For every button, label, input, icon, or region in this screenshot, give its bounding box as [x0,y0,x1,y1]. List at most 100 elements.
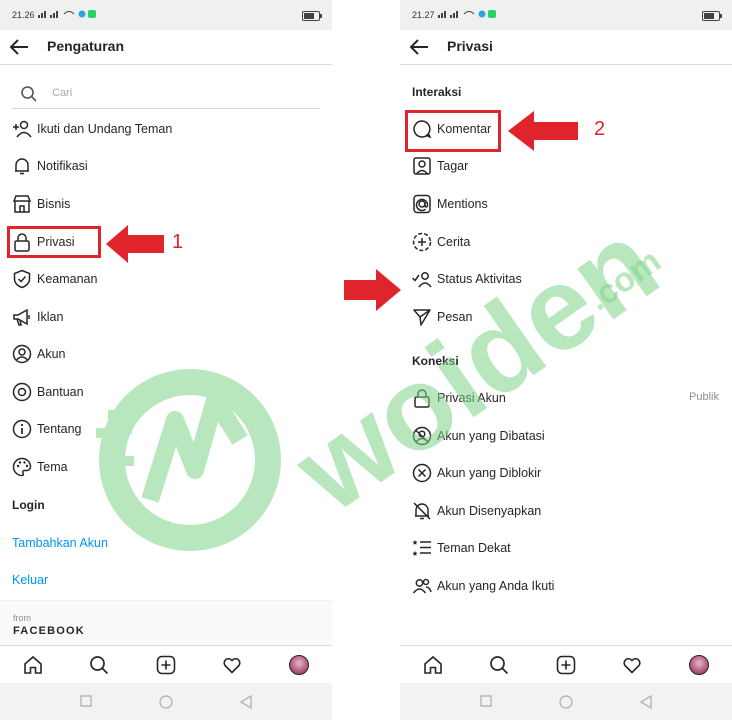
shop-icon [12,194,32,214]
settings-item-help[interactable]: Bantuan [0,375,332,409]
privacy-item-blocked[interactable]: Akun yang Diblokir [400,456,732,490]
add-person-icon [12,119,32,139]
settings-item-about[interactable]: Tentang [0,412,332,446]
search-icon[interactable] [89,655,109,675]
bottom-tab-bar [0,645,332,684]
battery-icon [702,11,722,21]
new-post-icon[interactable] [156,655,176,675]
settings-item-follow-invite[interactable]: Ikuti dan Undang Teman [0,112,332,146]
home-nav-icon[interactable] [159,695,173,709]
privacy-item-label: Akun yang Dibatasi [437,429,545,443]
privacy-item-label: Tagar [437,159,469,173]
privacy-item-label: Akun yang Diblokir [437,466,542,480]
battery-icon [302,11,322,21]
annotation-arrow-right-comments [508,111,578,151]
tag-person-icon [412,156,432,176]
back-nav-icon[interactable] [640,695,652,709]
settings-screen: 21.26 Pengaturan Cari Ikuti dan Undang T… [0,0,332,720]
status-bar: 21.26 [0,0,332,30]
privacy-item-following[interactable]: Akun yang Anda Ikuti [400,569,732,603]
privacy-item-close-friends[interactable]: Teman Dekat [400,531,732,565]
back-arrow-icon[interactable] [8,36,30,58]
logout-link[interactable]: Keluar [12,573,48,587]
bell-icon [12,156,32,176]
settings-item-label: Keamanan [37,272,98,286]
heart-icon[interactable] [622,655,642,675]
restricted-icon [412,426,432,446]
muted-bell-icon [412,501,432,521]
privacy-item-tags[interactable]: Tagar [400,149,732,183]
search-icon [21,86,37,102]
search-placeholder: Cari [52,87,73,99]
story-add-icon [412,232,432,252]
privacy-screen: 21.27 Privasi Interaksi Komentar Tagar M… [400,0,732,720]
privacy-item-label: Akun yang Anda Ikuti [437,579,555,593]
privacy-item-mentions[interactable]: Mentions [400,187,732,221]
profile-avatar[interactable] [689,655,709,675]
page-title: Pengaturan [47,38,125,54]
privacy-item-label: Cerita [437,235,471,249]
settings-item-label: Ikuti dan Undang Teman [37,122,173,136]
bottom-tab-bar [400,645,732,684]
status-time: 21.27 [412,10,435,20]
privacy-item-story[interactable]: Cerita [400,225,732,259]
settings-item-label: Iklan [37,310,64,324]
status-icons [438,9,498,19]
home-nav-icon[interactable] [559,695,573,709]
settings-item-label: Tema [37,460,68,474]
profile-avatar[interactable] [289,655,309,675]
send-icon [412,307,432,327]
settings-item-label: Bantuan [37,385,84,399]
back-nav-icon[interactable] [240,695,252,709]
settings-item-security[interactable]: Keamanan [0,262,332,296]
status-bar: 21.27 [400,0,732,30]
settings-item-account[interactable]: Akun [0,337,332,371]
settings-item-label: Notifikasi [37,159,88,173]
search-input[interactable]: Cari [12,80,320,109]
footer-from: from [13,613,31,623]
recents-nav-icon[interactable] [80,695,92,707]
system-nav-bar [400,683,732,720]
activity-status-icon [412,269,432,289]
annotation-number-1: 1 [172,231,184,253]
settings-item-theme[interactable]: Tema [0,450,332,484]
heart-icon[interactable] [222,655,242,675]
settings-item-label: Tentang [37,422,82,436]
home-icon[interactable] [423,655,443,675]
privacy-item-label: Akun Disenyapkan [437,504,542,518]
palette-icon [12,457,32,477]
page-title: Privasi [447,38,493,54]
system-nav-bar [0,683,332,720]
new-post-icon[interactable] [556,655,576,675]
app-bar: Pengaturan [0,30,332,65]
back-arrow-icon[interactable] [408,36,430,58]
info-icon [12,419,32,439]
app-bar: Privasi [400,30,732,65]
settings-item-label: Akun [37,347,66,361]
annotation-arrow-left [106,225,164,263]
settings-item-ads[interactable]: Iklan [0,300,332,334]
from-facebook-footer: from FACEBOOK [0,600,332,645]
highlight-box-comments [405,110,501,152]
settings-item-notifications[interactable]: Notifikasi [0,149,332,183]
privacy-item-account-privacy[interactable]: Privasi Akun Publik [400,381,732,415]
privacy-item-messages[interactable]: Pesan [400,300,732,334]
privacy-item-activity-status[interactable]: Status Aktivitas [400,262,732,296]
privacy-item-muted[interactable]: Akun Disenyapkan [400,494,732,528]
at-icon [412,194,432,214]
privacy-item-label: Pesan [437,310,473,324]
settings-item-label: Bisnis [37,197,71,211]
privacy-item-restricted[interactable]: Akun yang Dibatasi [400,419,732,453]
footer-brand: FACEBOOK [13,625,85,637]
following-icon [412,576,432,596]
search-icon[interactable] [489,655,509,675]
megaphone-icon [12,307,32,327]
settings-item-business[interactable]: Bisnis [0,187,332,221]
home-icon[interactable] [23,655,43,675]
shield-icon [12,269,32,289]
blocked-icon [412,463,432,483]
recents-nav-icon[interactable] [480,695,492,707]
lock-icon [412,388,432,408]
add-account-link[interactable]: Tambahkan Akun [12,536,108,550]
help-icon [12,382,32,402]
